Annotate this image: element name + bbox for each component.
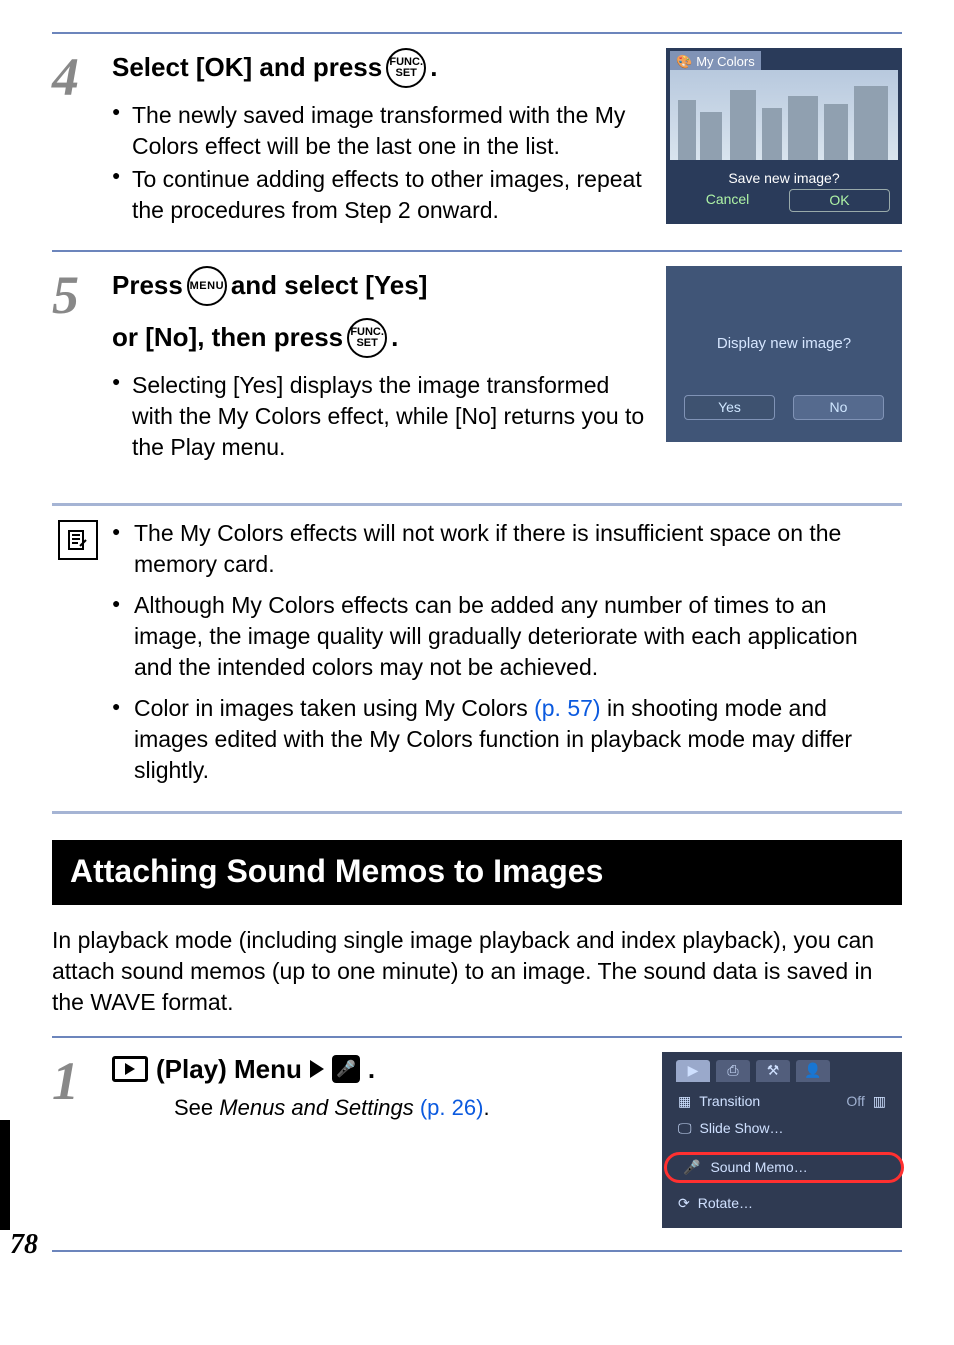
info-note: Although My Colors effects can be added … <box>112 590 896 683</box>
step-number: 4 <box>52 48 112 232</box>
info-note: Color in images taken using My Colors (p… <box>112 693 896 786</box>
section-intro: In playback mode (including single image… <box>52 925 902 1018</box>
func-set-icon: FUNC. SET <box>347 318 387 358</box>
page-number: 78 <box>10 1226 38 1264</box>
play-mode-icon <box>112 1056 148 1082</box>
bullet-text: The newly saved image transformed with t… <box>112 100 902 162</box>
menu-item-transition: ▦ Transition Off ▥ <box>672 1088 892 1115</box>
screen-prompt: Display new image? <box>666 334 902 354</box>
section-heading: Attaching Sound Memos to Images <box>52 840 902 905</box>
menu-item-sound-memo-highlight: 🎤 Sound Memo… <box>664 1152 904 1183</box>
page-ref-link[interactable]: (p. 26) <box>414 1095 484 1120</box>
palette-icon: 🎨 <box>676 53 692 71</box>
transition-icon: ▦ <box>678 1092 691 1111</box>
step-5-heading: Press MENU and select [Yes] <box>112 266 652 306</box>
side-tab-marker <box>0 1120 10 1230</box>
sound-memo-icon: 🎤 <box>332 1055 360 1083</box>
info-notes: The My Colors effects will not work if t… <box>52 503 902 813</box>
menu-icon: MENU <box>187 266 227 306</box>
tab-play-icon: ▶ <box>676 1060 710 1082</box>
step-number: 5 <box>52 266 112 465</box>
step-4-heading: Select [OK] and press FUNC. SET . <box>112 48 652 88</box>
mic-icon: 🎤 <box>683 1158 700 1177</box>
step-1-row: 1 ▶ ⎙ ⚒ 👤 ▦ Transition Off ▥ <box>52 1036 902 1242</box>
arrow-right-icon <box>310 1060 324 1078</box>
info-note: The My Colors effects will not work if t… <box>112 518 896 580</box>
step-5-heading-line2: or [No], then press FUNC. SET . <box>112 318 652 358</box>
tab-print-icon: ⎙ <box>716 1060 750 1082</box>
step-1-heading: (Play) Menu 🎤 . <box>112 1052 648 1087</box>
slideshow-icon: 🖵 <box>678 1119 692 1138</box>
bullet-text: To continue adding effects to other imag… <box>112 164 902 226</box>
note-icon <box>58 520 98 560</box>
step-4-row: 4 🎨 My Colors <box>52 32 902 250</box>
step-5-row: 5 Display new image? Yes No Press MENU a… <box>52 250 902 483</box>
rotate-icon: ⟳ <box>678 1194 690 1213</box>
menu-item-rotate: ⟳ Rotate… <box>672 1190 892 1217</box>
thumbs-icon: ▥ <box>873 1092 886 1111</box>
tab-person-icon: 👤 <box>796 1060 830 1082</box>
func-set-icon: FUNC. SET <box>386 48 426 88</box>
step-number: 1 <box>52 1052 112 1236</box>
info-list: The My Colors effects will not work if t… <box>112 516 896 796</box>
bullet-text: Selecting [Yes] displays the image trans… <box>112 370 902 463</box>
menu-item-slideshow: 🖵 Slide Show… <box>672 1115 892 1142</box>
page-ref-link[interactable]: (p. 57) <box>534 695 600 721</box>
tab-tools-icon: ⚒ <box>756 1060 790 1082</box>
memo-glyph-icon <box>66 528 90 552</box>
step-5-bullets: Selecting [Yes] displays the image trans… <box>112 370 902 463</box>
step-separator <box>52 1250 902 1252</box>
camera-play-menu-screen: ▶ ⎙ ⚒ 👤 ▦ Transition Off ▥ 🖵 Slide Show… <box>662 1052 902 1228</box>
